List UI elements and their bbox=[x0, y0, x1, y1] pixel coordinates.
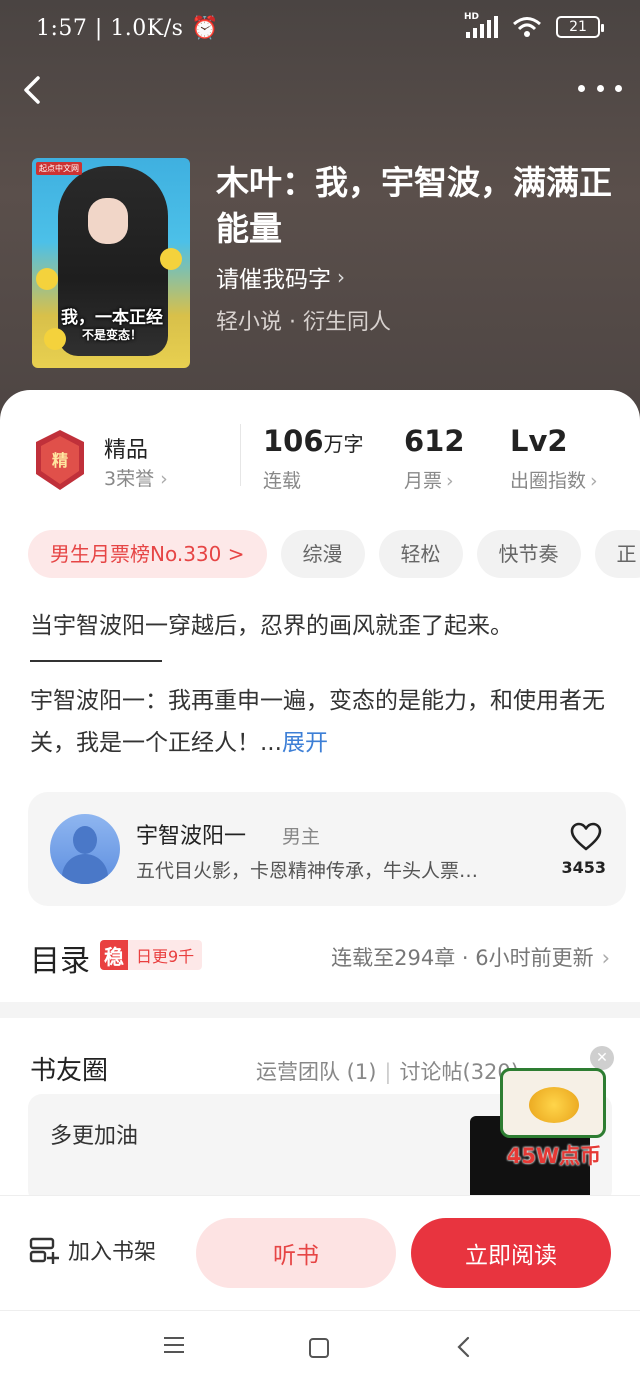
circle-meta[interactable]: 运营团队 (1) | 讨论帖(320) bbox=[256, 1056, 519, 1086]
section-separator bbox=[0, 1002, 640, 1018]
wifi-icon bbox=[513, 17, 541, 37]
circle-title: 书友圈 bbox=[30, 1056, 109, 1086]
promo-text: 45W点币 bbox=[506, 1144, 602, 1168]
signal-icon: HD bbox=[464, 12, 498, 38]
synopsis-line: 当宇智波阳一穿越后，忍界的画风就歪了起来。 bbox=[30, 613, 513, 639]
synopsis-rule bbox=[30, 660, 162, 662]
tag-list: 男生月票榜No.330 > 综漫 轻松 快节奏正 bbox=[28, 530, 640, 580]
honor-title[interactable]: 精品 bbox=[104, 432, 148, 464]
svg-text:精: 精 bbox=[52, 451, 68, 470]
status-time: 1:57 | 1.0K/s ⏰ bbox=[36, 16, 219, 41]
post-text: 多更加油 bbox=[50, 1124, 139, 1149]
stats-row: 精 精品 3荣誉 › 106万字 连载 612 月票 › Lv2 出圈指数 › bbox=[0, 420, 640, 500]
alarm-icon: ⏰ bbox=[190, 16, 219, 41]
bookshelf-add-icon bbox=[29, 1237, 59, 1264]
tag-item[interactable]: 快节奏 bbox=[476, 530, 581, 578]
tag-item[interactable]: 综漫 bbox=[280, 530, 365, 578]
coin-icon bbox=[529, 1087, 579, 1123]
book-header: 1:57 | 1.0K/s ⏰ HD 21 起点中文网 我，一本正经 不是变态！… bbox=[0, 0, 640, 430]
character-card[interactable]: 宇智波阳一 男主 五代目火影，卡恩精神传承，牛头人票… 3453 bbox=[28, 792, 626, 906]
home-icon[interactable] bbox=[309, 1338, 329, 1358]
character-role: 男主 bbox=[282, 826, 321, 848]
read-now-button[interactable]: 立即阅读 bbox=[411, 1218, 611, 1288]
back-nav-icon[interactable] bbox=[454, 1335, 474, 1359]
back-icon[interactable] bbox=[14, 68, 54, 108]
tag-rank[interactable]: 男生月票榜No.330 > bbox=[28, 530, 267, 578]
expand-link[interactable]: 展开 bbox=[282, 730, 328, 756]
author-link[interactable]: 请催我码字 › bbox=[216, 260, 345, 294]
coin-promo[interactable]: ✕ 45W点币 bbox=[500, 1046, 614, 1168]
character-name: 宇智波阳一 bbox=[136, 824, 247, 849]
add-to-shelf-button[interactable]: 加入书架 bbox=[28, 1234, 156, 1266]
popularity-level-stat[interactable]: Lv2 出圈指数 › bbox=[510, 424, 598, 493]
like-count: 3453 bbox=[561, 858, 606, 877]
honor-badge-icon[interactable]: 精 bbox=[30, 428, 90, 492]
word-count-stat: 106万字 连载 bbox=[263, 424, 364, 492]
close-icon[interactable]: ✕ bbox=[590, 1046, 614, 1070]
table-of-contents-row[interactable]: 目录 稳日更9千 连载至294章 · 6小时前更新 › bbox=[0, 928, 640, 988]
character-desc: 五代目火影，卡恩精神传承，牛头人票… bbox=[136, 860, 479, 882]
character-avatar bbox=[50, 814, 120, 884]
stats-divider bbox=[240, 424, 241, 486]
chevron-right-icon: › bbox=[601, 946, 610, 970]
bottom-action-bar: 加入书架 听书 立即阅读 bbox=[0, 1195, 640, 1309]
more-options-button[interactable] bbox=[578, 70, 622, 106]
listen-button[interactable]: 听书 bbox=[196, 1218, 396, 1288]
book-cover[interactable]: 起点中文网 我，一本正经 不是变态！ bbox=[32, 158, 190, 368]
tag-item[interactable]: 轻松 bbox=[378, 530, 463, 578]
menu-icon[interactable] bbox=[164, 1337, 184, 1355]
chevron-right-icon: › bbox=[337, 265, 345, 289]
toc-title: 目录 bbox=[30, 944, 90, 979]
heart-icon[interactable] bbox=[570, 822, 602, 852]
tag-item[interactable]: 正 bbox=[594, 530, 640, 578]
book-category: 轻小说 · 衍生同人 bbox=[216, 310, 391, 335]
battery-icon: 21 bbox=[556, 16, 604, 38]
update-badge: 稳日更9千 bbox=[100, 940, 203, 970]
synopsis-text[interactable]: 宇智波阳一：我再重申一遍，变态的是能力，和使用者无关，我是一个正经人！...展开 bbox=[30, 680, 620, 764]
toc-status[interactable]: 连载至294章 · 6小时前更新 › bbox=[331, 942, 610, 972]
cover-caption: 我，一本正经 不是变态！ bbox=[61, 308, 163, 343]
book-title: 木叶：我，宇智波，满满正能量 bbox=[216, 163, 612, 248]
top-bar bbox=[0, 62, 640, 112]
gift-box bbox=[500, 1068, 606, 1138]
system-nav-bar bbox=[0, 1310, 640, 1386]
honor-count[interactable]: 3荣誉 › bbox=[104, 464, 168, 491]
status-bar: 1:57 | 1.0K/s ⏰ HD 21 bbox=[0, 0, 640, 62]
monthly-ticket-stat[interactable]: 612 月票 › bbox=[404, 424, 465, 493]
